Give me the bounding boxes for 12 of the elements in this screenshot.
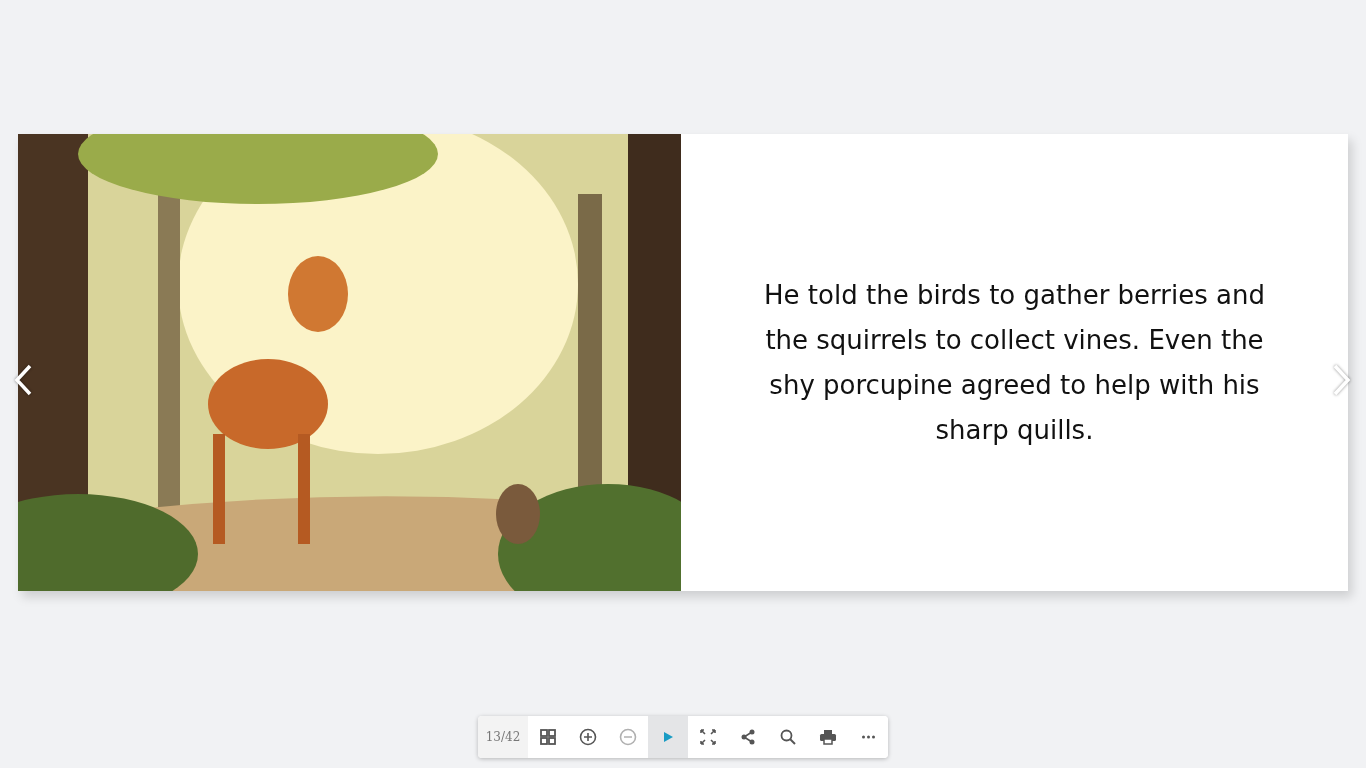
- fullscreen-icon: [699, 728, 717, 746]
- fullscreen-button[interactable]: [688, 716, 728, 758]
- thumbnails-button[interactable]: [528, 716, 568, 758]
- page-counter: 13/42: [478, 716, 528, 758]
- search-icon: [779, 728, 797, 746]
- grid-icon: [539, 728, 557, 746]
- share-icon: [739, 728, 757, 746]
- print-icon: [819, 728, 837, 746]
- more-icon: [860, 735, 876, 739]
- zoom-in-icon: [579, 728, 597, 746]
- page-text: He told the birds to gather berries and the squirrels to collect vines. Even the shy porcupine agreed to help with his sharp quills.: [763, 278, 1266, 447]
- zoom-out-icon: [619, 728, 637, 746]
